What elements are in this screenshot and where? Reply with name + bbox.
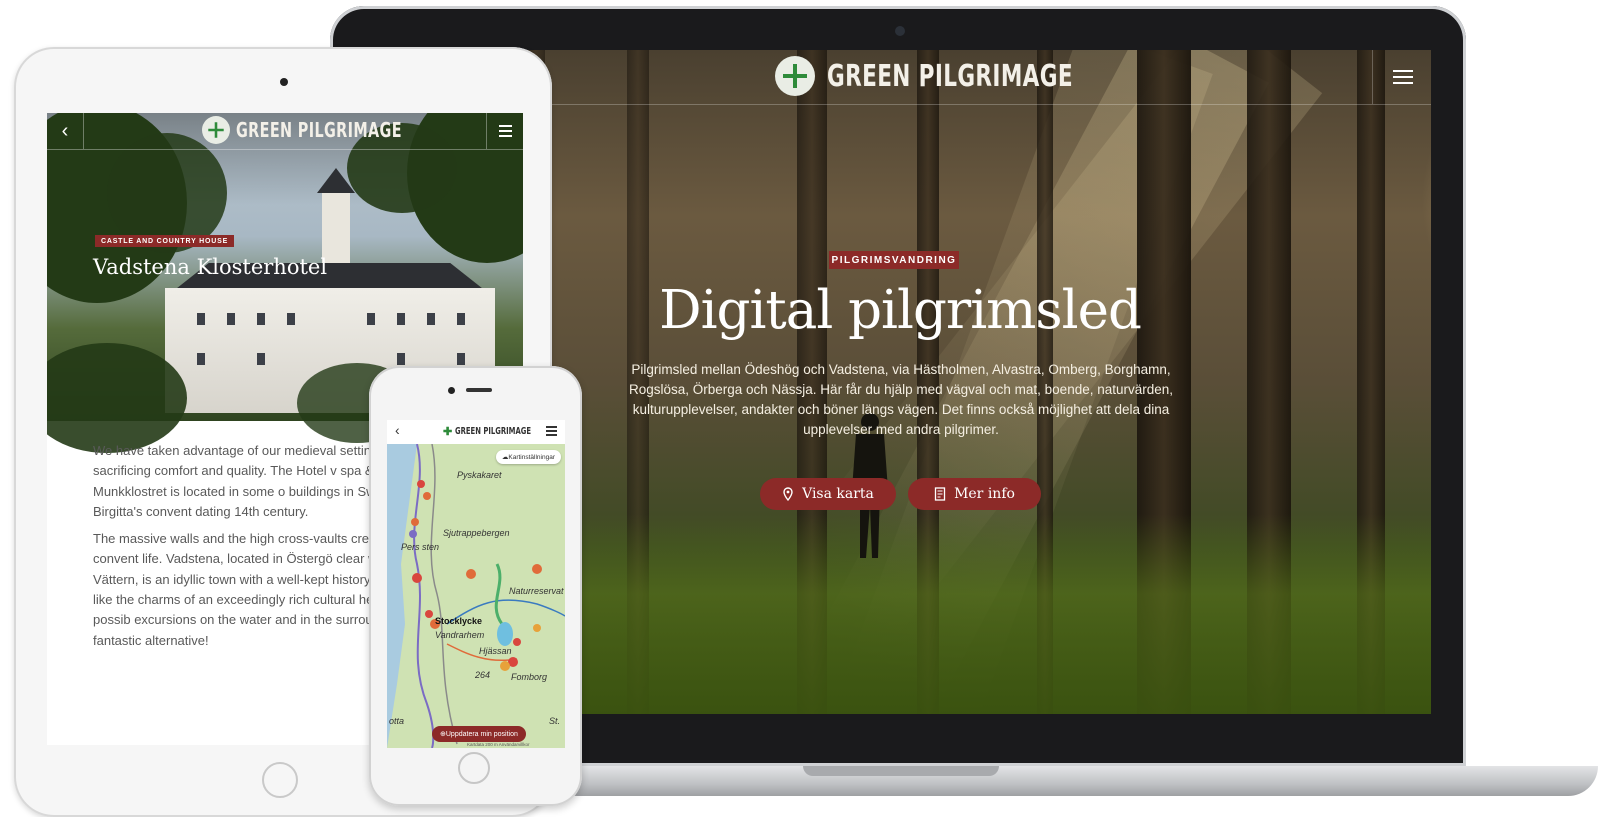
pilgrim-cross-icon: ✚ [443, 426, 453, 438]
show-map-label: Visa karta [802, 486, 874, 502]
laptop-notch [803, 766, 999, 776]
phone-home-button [458, 752, 490, 784]
tablet-home-button [262, 762, 298, 798]
tablet-logo[interactable]: GREEN PILGRIMAGE [202, 116, 466, 144]
category-badge: CASTLE AND COUNTRY HOUSE [95, 235, 235, 247]
laptop-base [548, 766, 1598, 796]
back-arrow-icon[interactable]: ‹ [395, 422, 400, 438]
more-info-button[interactable]: Mer info [908, 478, 1041, 510]
trail-map[interactable]: ☁ Kartinställningar Pyskakaret Sjutrappe… [387, 444, 565, 748]
brand-name: GREEN PILGRIMAGE [236, 118, 402, 142]
map-markers [409, 480, 542, 671]
place-label: otta [389, 716, 405, 726]
map-credit: Kartdata 200 m Användarvillkor [467, 742, 530, 747]
map-settings-label: Kartinställningar [508, 453, 555, 461]
place-label: Naturreservat [509, 586, 564, 596]
phone-logo[interactable]: ✚ GREEN PILGRIMAGE [443, 425, 561, 438]
place-label: Sjutrappebergen [443, 528, 510, 538]
place-label: Fomborg [511, 672, 548, 682]
brand-name: GREEN PILGRIMAGE [827, 58, 1073, 94]
place-label: Pers sten [401, 542, 440, 552]
hotel-title: Vadstena Klosterhotel [93, 255, 328, 279]
page-title: Digital pilgrimsled [659, 280, 1142, 341]
laptop-logo[interactable]: GREEN PILGRIMAGE [775, 56, 1169, 96]
update-position-button[interactable]: ⊕ Uppdatera min position [432, 726, 526, 742]
tablet-camera [280, 78, 288, 86]
place-label: 264 [475, 670, 491, 680]
hamburger-icon[interactable] [1372, 50, 1432, 104]
map-settings-button[interactable]: ☁ Kartinställningar [495, 450, 561, 464]
phone-header: ‹ ✚ GREEN PILGRIMAGE [387, 420, 565, 445]
more-info-label: Mer info [954, 486, 1015, 502]
update-position-label: Uppdatera min position [445, 730, 518, 738]
laptop-camera [895, 26, 905, 36]
place-label: Stocklycke [435, 616, 483, 626]
pilgrim-cross-icon [202, 116, 230, 144]
phone-speaker [466, 388, 492, 392]
pilgrim-cross-icon [775, 56, 815, 96]
phone-camera [448, 387, 455, 394]
hamburger-icon[interactable] [546, 426, 557, 436]
map-pin-icon [783, 487, 793, 501]
place-label: Pyskakaret [457, 470, 502, 480]
place-label: St. [549, 716, 561, 726]
hamburger-icon[interactable] [486, 113, 523, 149]
place-label: Hjässan [479, 646, 512, 656]
phone-screen: ‹ ✚ GREEN PILGRIMAGE ☁ Kartinställningar… [387, 420, 565, 748]
hero-description: Pilgrimsled mellan Ödeshög och Vadstena,… [628, 362, 1174, 437]
category-badge: PILGRIMSVANDRING [829, 251, 959, 269]
document-icon [934, 487, 946, 501]
place-label: Vandrarhem [435, 630, 485, 640]
back-arrow-icon[interactable]: ‹ [47, 113, 84, 149]
show-map-button[interactable]: Visa karta [760, 478, 896, 510]
brand-name: GREEN PILGRIMAGE [455, 426, 532, 437]
